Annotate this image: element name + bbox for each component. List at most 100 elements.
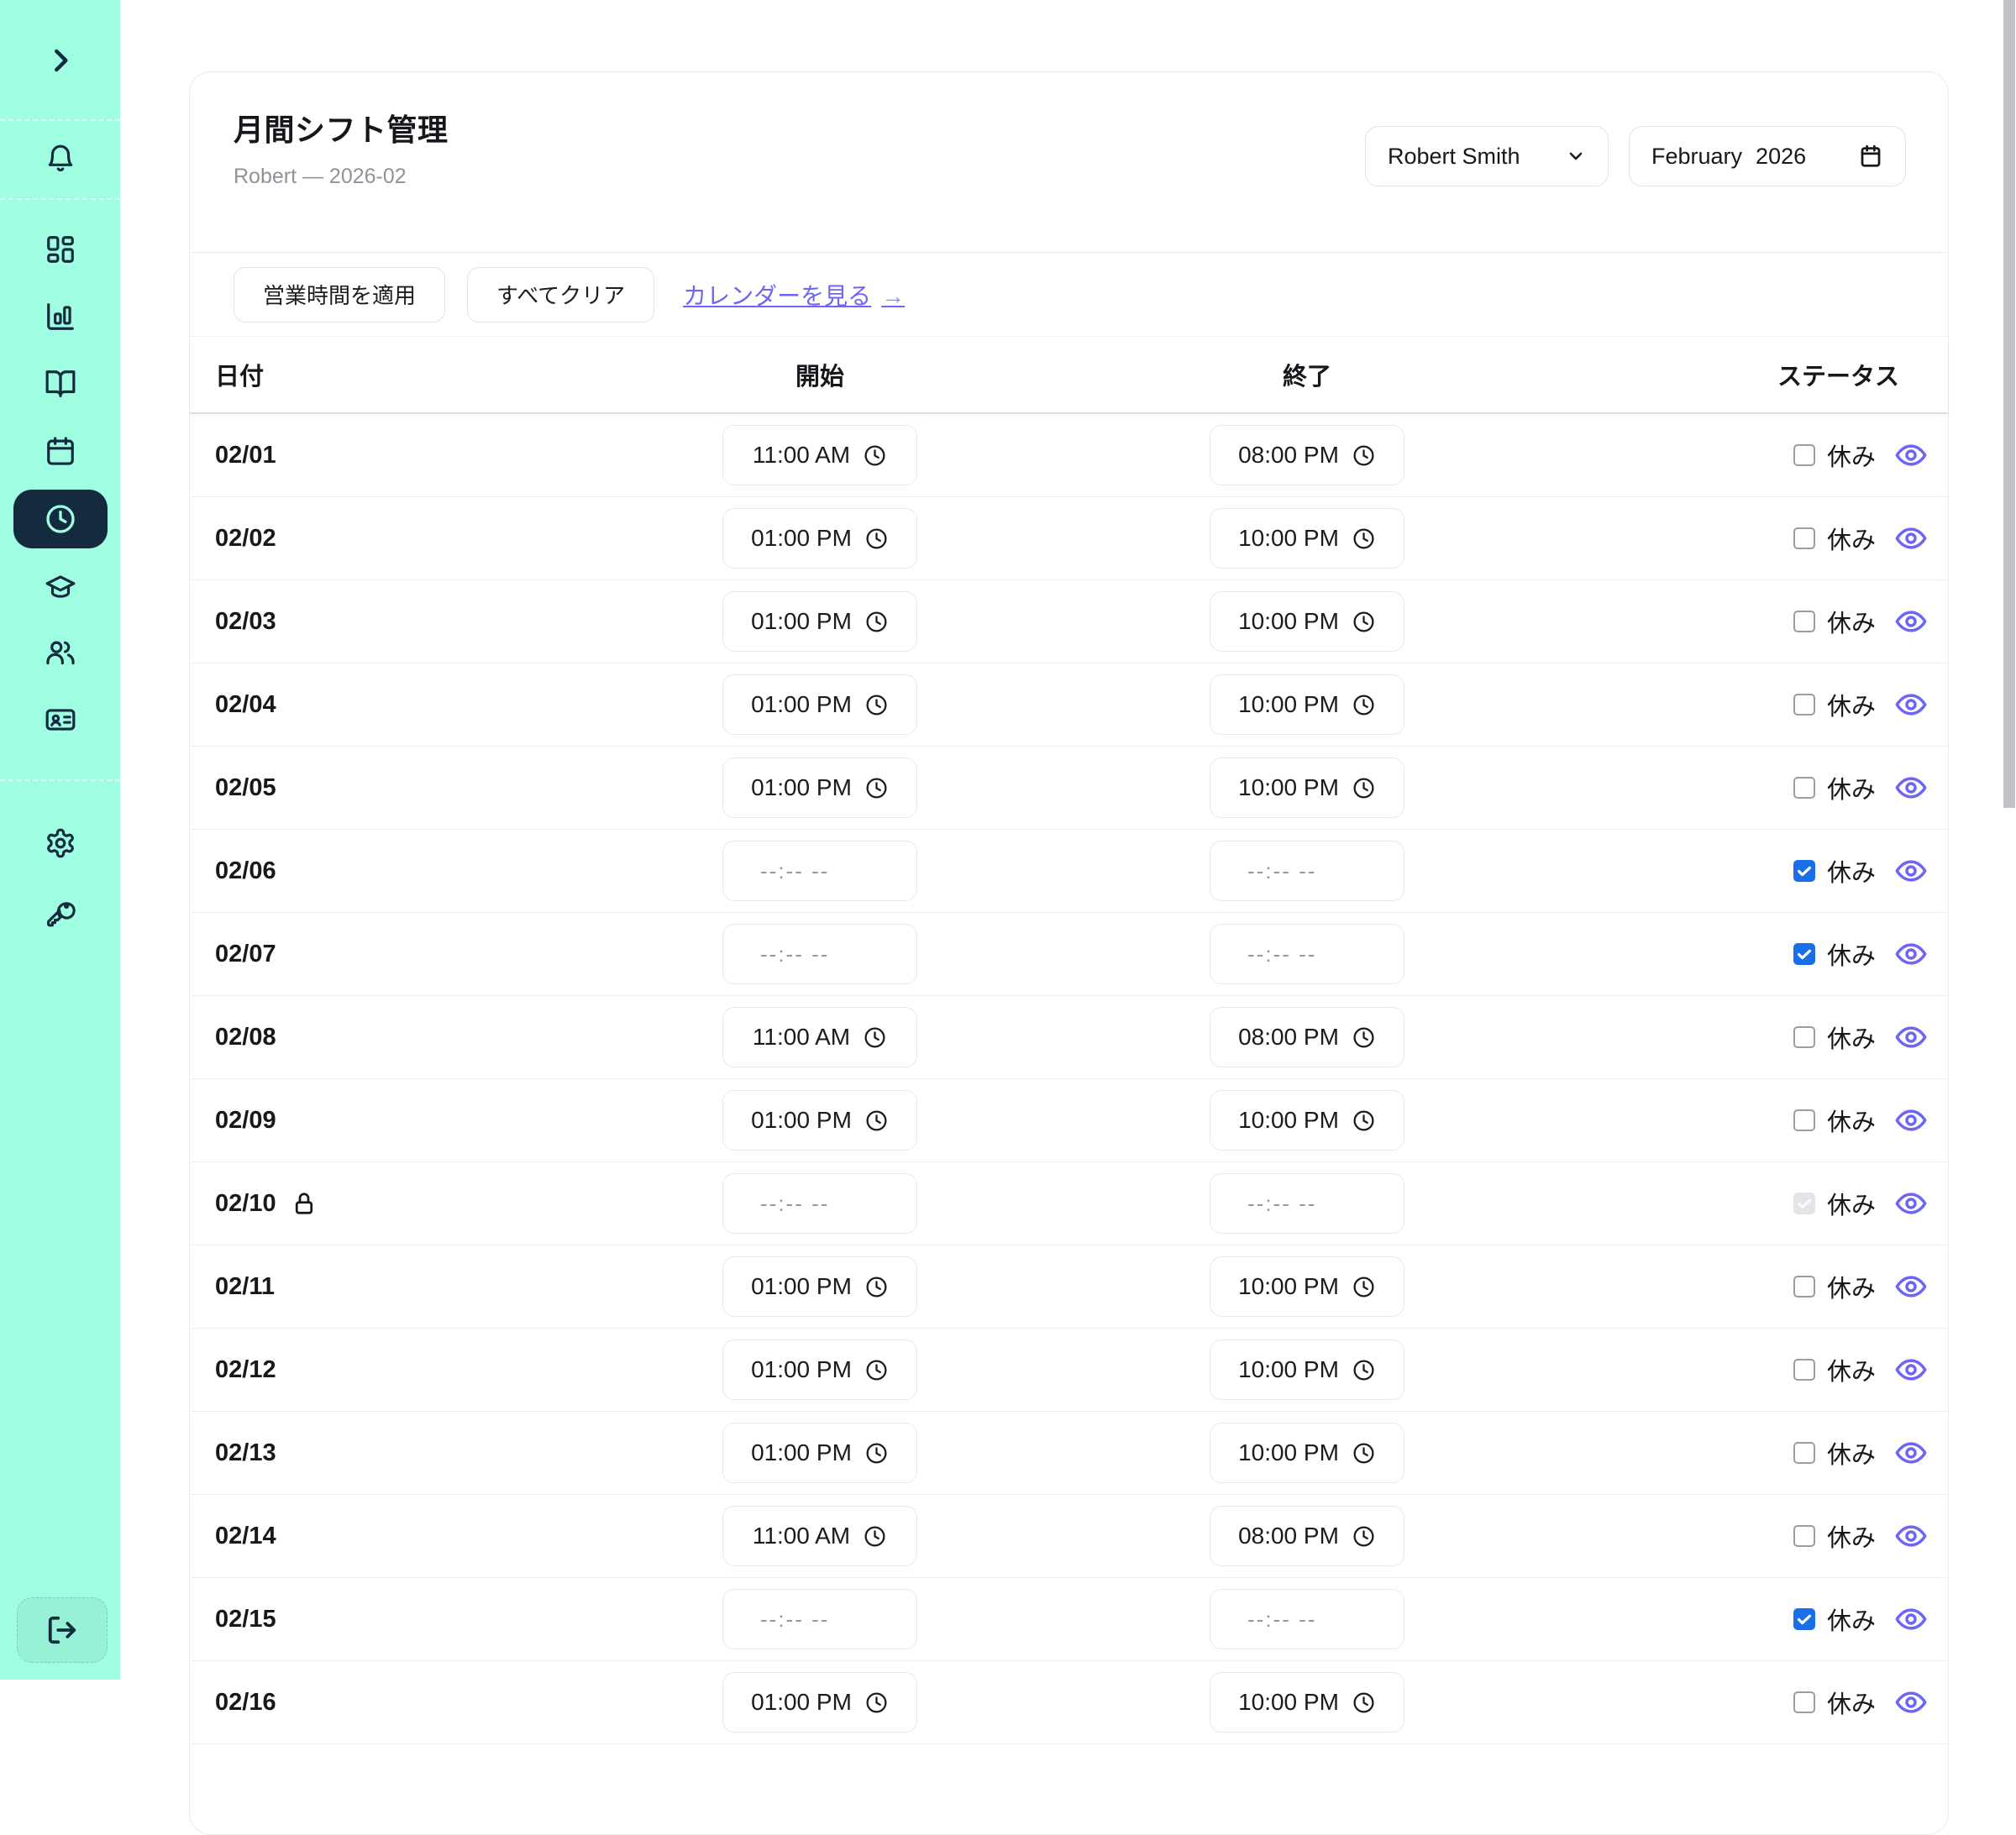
- check-icon: [1795, 1194, 1814, 1213]
- clear-all-button[interactable]: すべてクリア: [467, 267, 654, 322]
- month-picker-input[interactable]: February 2026: [1629, 126, 1906, 186]
- nav-id-card[interactable]: [39, 699, 81, 741]
- end-time-input[interactable]: 10:00 PM: [1210, 674, 1404, 735]
- end-time-value: --:-- --: [1247, 1191, 1316, 1217]
- view-day-button[interactable]: [1894, 771, 1928, 805]
- end-time-input[interactable]: --:-- --: [1210, 841, 1404, 901]
- day-off-label: 休み: [1827, 687, 1876, 722]
- start-time-input[interactable]: 11:00 AM: [722, 425, 917, 485]
- view-day-button[interactable]: [1894, 438, 1928, 472]
- day-off-checkbox[interactable]: [1793, 1525, 1815, 1547]
- view-day-button[interactable]: [1894, 688, 1928, 721]
- end-time-input[interactable]: 10:00 PM: [1210, 591, 1404, 652]
- start-time-input[interactable]: 01:00 PM: [722, 674, 917, 735]
- clock-icon: [1352, 693, 1376, 717]
- day-off-checkbox[interactable]: [1793, 1442, 1815, 1464]
- day-off-checkbox[interactable]: [1793, 860, 1815, 882]
- gear-icon: [45, 827, 76, 859]
- end-time-input[interactable]: --:-- --: [1210, 1173, 1404, 1234]
- scrollbar-thumb[interactable]: [2003, 0, 2015, 808]
- eye-icon: [1894, 1270, 1928, 1303]
- nav-training[interactable]: [39, 565, 81, 607]
- end-time-input[interactable]: 10:00 PM: [1210, 1340, 1404, 1400]
- view-day-button[interactable]: [1894, 1020, 1928, 1054]
- view-day-button[interactable]: [1894, 1436, 1928, 1470]
- day-off-checkbox[interactable]: [1793, 943, 1815, 965]
- nav-analytics[interactable]: [39, 296, 81, 338]
- end-time-input[interactable]: --:-- --: [1210, 1589, 1404, 1649]
- start-time-input[interactable]: 01:00 PM: [722, 1256, 917, 1317]
- day-off-checkbox[interactable]: [1793, 611, 1815, 632]
- view-day-button[interactable]: [1894, 937, 1928, 971]
- view-day-button[interactable]: [1894, 1602, 1928, 1636]
- start-time-input[interactable]: --:-- --: [722, 1589, 917, 1649]
- day-off-checkbox[interactable]: [1793, 1276, 1815, 1298]
- day-off-checkbox[interactable]: [1793, 1359, 1815, 1381]
- nav-shifts-active[interactable]: [13, 490, 108, 548]
- apply-business-hours-button[interactable]: 営業時間を適用: [234, 267, 445, 322]
- start-time-input[interactable]: 01:00 PM: [722, 1672, 917, 1733]
- start-time-input[interactable]: 11:00 AM: [722, 1506, 917, 1566]
- day-off-checkbox[interactable]: [1793, 777, 1815, 799]
- day-off-checkbox[interactable]: [1793, 444, 1815, 466]
- day-off-label: 休み: [1827, 1602, 1876, 1637]
- start-time-input[interactable]: 01:00 PM: [722, 591, 917, 652]
- end-time-input[interactable]: 10:00 PM: [1210, 1672, 1404, 1733]
- day-off-checkbox[interactable]: [1793, 694, 1815, 716]
- end-time-value: --:-- --: [1247, 941, 1316, 967]
- end-time-input[interactable]: 10:00 PM: [1210, 1256, 1404, 1317]
- end-time-input[interactable]: 08:00 PM: [1210, 1506, 1404, 1566]
- start-time-input[interactable]: 01:00 PM: [722, 1090, 917, 1151]
- day-off-label: 休み: [1827, 1186, 1876, 1221]
- day-off-label: 休み: [1827, 604, 1876, 639]
- start-time-input[interactable]: 01:00 PM: [722, 1340, 917, 1400]
- view-day-button[interactable]: [1894, 1104, 1928, 1137]
- end-time-input[interactable]: 10:00 PM: [1210, 1090, 1404, 1151]
- view-day-button[interactable]: [1894, 1519, 1928, 1553]
- start-time-input[interactable]: 01:00 PM: [722, 758, 917, 818]
- end-time-input[interactable]: 10:00 PM: [1210, 1423, 1404, 1483]
- view-day-button[interactable]: [1894, 1686, 1928, 1719]
- notifications-button[interactable]: [39, 139, 81, 181]
- view-day-button[interactable]: [1894, 854, 1928, 888]
- view-day-button[interactable]: [1894, 605, 1928, 638]
- day-off-checkbox[interactable]: [1793, 1691, 1815, 1713]
- start-time-input[interactable]: 01:00 PM: [722, 1423, 917, 1483]
- view-day-button[interactable]: [1894, 1353, 1928, 1387]
- nav-api-keys[interactable]: [39, 891, 81, 933]
- end-time-input[interactable]: 10:00 PM: [1210, 508, 1404, 569]
- start-time-input[interactable]: --:-- --: [722, 841, 917, 901]
- nav-settings[interactable]: [39, 822, 81, 864]
- clock-icon: [864, 693, 889, 717]
- end-time-input[interactable]: --:-- --: [1210, 924, 1404, 984]
- row-date: 02/02: [215, 525, 276, 553]
- view-calendar-link[interactable]: カレンダーを見る→: [683, 278, 905, 312]
- view-day-button[interactable]: [1894, 522, 1928, 555]
- end-time-input[interactable]: 08:00 PM: [1210, 1007, 1404, 1067]
- end-time-input[interactable]: 08:00 PM: [1210, 425, 1404, 485]
- view-day-button[interactable]: [1894, 1187, 1928, 1220]
- start-time-input[interactable]: --:-- --: [722, 924, 917, 984]
- day-off-checkbox[interactable]: [1793, 1608, 1815, 1630]
- logout-button[interactable]: [17, 1597, 108, 1663]
- nav-calendar[interactable]: [39, 430, 81, 472]
- clock-icon: [1352, 1358, 1376, 1382]
- nav-handbook[interactable]: [39, 363, 81, 405]
- right-arrow: →: [881, 283, 905, 309]
- view-day-button[interactable]: [1894, 1270, 1928, 1303]
- end-time-value: 10:00 PM: [1238, 525, 1339, 552]
- day-off-checkbox[interactable]: [1793, 1026, 1815, 1048]
- nav-staff[interactable]: [39, 632, 81, 674]
- day-off-checkbox[interactable]: [1793, 1109, 1815, 1131]
- sidebar-toggle-button[interactable]: [39, 39, 81, 81]
- employee-select[interactable]: Robert Smith: [1365, 126, 1609, 186]
- day-off-checkbox[interactable]: [1793, 527, 1815, 549]
- start-time-input[interactable]: --:-- --: [722, 1173, 917, 1234]
- eye-icon: [1894, 438, 1928, 472]
- start-time-input[interactable]: 11:00 AM: [722, 1007, 917, 1067]
- end-time-input[interactable]: 10:00 PM: [1210, 758, 1404, 818]
- day-off-label: 休み: [1827, 521, 1876, 556]
- start-time-input[interactable]: 01:00 PM: [722, 508, 917, 569]
- nav-dashboard[interactable]: [39, 228, 81, 270]
- chevron-down-icon: [1566, 146, 1586, 166]
